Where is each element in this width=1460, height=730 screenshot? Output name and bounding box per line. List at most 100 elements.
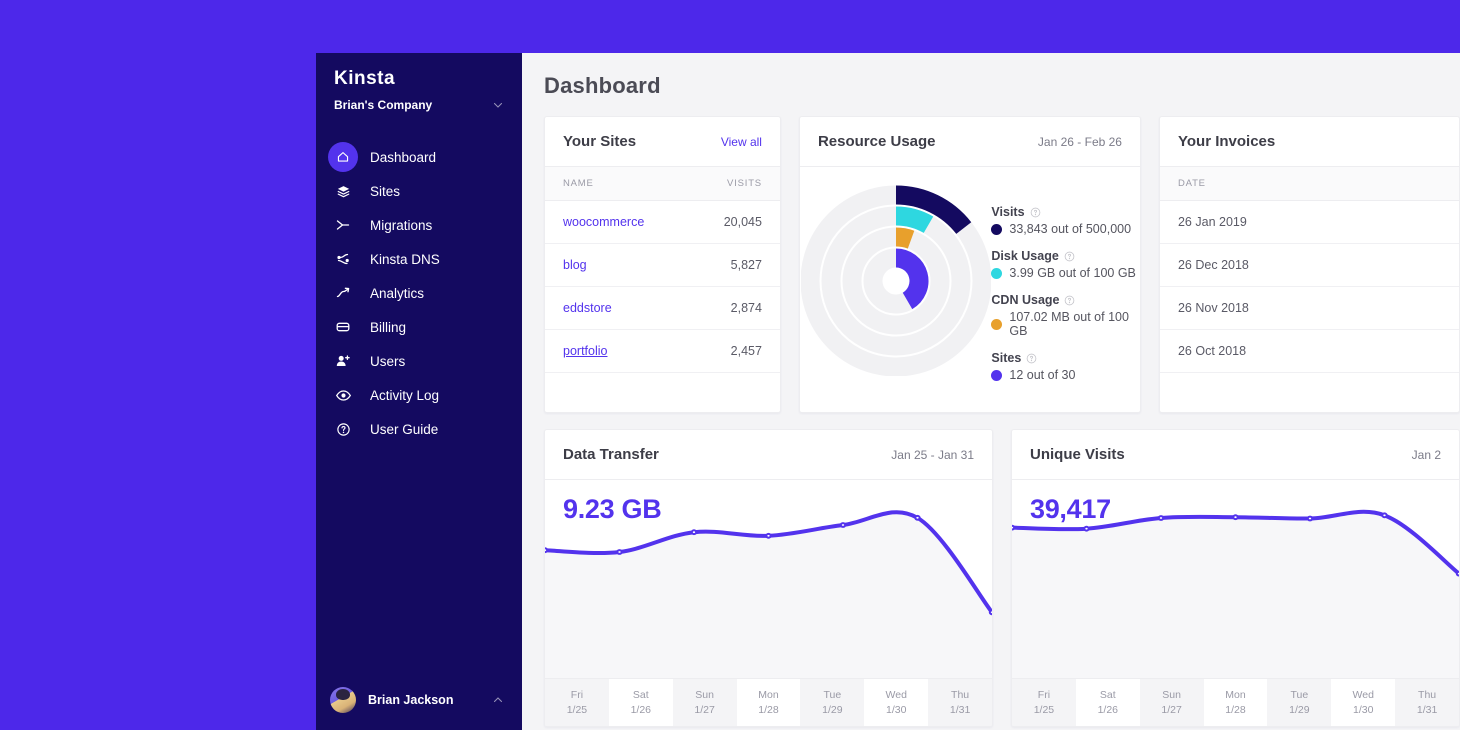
table-row[interactable]: 26 Dec 2018 xyxy=(1159,243,1459,287)
x-tick-day: Mon xyxy=(1225,689,1246,701)
radial-chart-wrap xyxy=(800,175,991,412)
legend-title: Disk Usage xyxy=(991,249,1059,263)
question-circle-icon[interactable] xyxy=(1030,207,1041,218)
x-tick-day: Fri xyxy=(570,689,584,701)
chart-data-point[interactable] xyxy=(1084,527,1088,531)
sidebar-item-billing[interactable]: Billing xyxy=(316,310,522,344)
x-axis-tick: Fri 1/25 xyxy=(545,679,609,726)
sidebar-item-analytics[interactable]: Analytics xyxy=(316,276,522,310)
company-switcher[interactable]: Brian's Company xyxy=(334,98,504,112)
site-link[interactable]: portfolio xyxy=(563,344,607,358)
x-tick-day: Wed xyxy=(1352,689,1374,701)
legend-label: CDN Usage xyxy=(991,293,1140,307)
x-axis-tick: Sun 1/27 xyxy=(673,679,737,726)
question-circle-icon[interactable] xyxy=(1026,353,1037,364)
line-chart-svg xyxy=(1012,480,1459,678)
view-all-link[interactable]: View all xyxy=(721,135,762,149)
table-row[interactable]: woocommerce 20,045 xyxy=(545,200,780,244)
site-visits-cell: 5,827 xyxy=(688,243,780,287)
sidebar-item-kinsta-dns[interactable]: Kinsta DNS xyxy=(316,242,522,276)
x-tick-date: 1/26 xyxy=(1097,704,1118,716)
legend-value-row: 3.99 GB out of 100 GB xyxy=(991,266,1140,280)
legend-title: Sites xyxy=(991,351,1022,365)
chart-data-point[interactable] xyxy=(990,610,992,614)
table-row[interactable]: eddstore 2,874 xyxy=(545,286,780,330)
legend-color-dot xyxy=(991,223,1003,235)
x-tick-day: Sun xyxy=(1162,689,1181,701)
chevron-down-icon xyxy=(493,102,503,108)
legend-title: CDN Usage xyxy=(991,293,1060,307)
legend-group-cdn-usage: CDN Usage 107.02 MB out of 100 GB xyxy=(991,293,1140,338)
dashboard-top-row: Your Sites View all NAME VISITS woocomme… xyxy=(522,116,1460,413)
legend-value-row: 107.02 MB out of 100 GB xyxy=(991,310,1140,338)
chart-data-point[interactable] xyxy=(1457,572,1459,576)
chart-data-point[interactable] xyxy=(617,550,621,554)
card-title: Your Sites xyxy=(563,133,637,150)
chart-data-point[interactable] xyxy=(692,530,696,534)
site-link[interactable]: eddstore xyxy=(563,301,612,315)
invoice-date-cell: 26 Oct 2018 xyxy=(1159,329,1459,373)
unique-visits-card: Unique Visits Jan 2 39,417 Fri 1/25 Sat 1/2… xyxy=(1011,429,1460,727)
date-range-label: Jan 25 - Jan 31 xyxy=(891,447,974,462)
company-name: Brian's Company xyxy=(334,98,433,112)
credit-card-icon xyxy=(328,312,358,342)
card-title: Your Invoices xyxy=(1177,133,1276,150)
resource-legend: Visits 33,843 out of 500,000 Disk Usage … xyxy=(991,175,1140,412)
home-icon xyxy=(328,142,358,172)
date-range-label: Jan 26 - Feb 26 xyxy=(1037,134,1122,149)
sidebar-item-users[interactable]: Users xyxy=(316,344,522,378)
site-link[interactable]: woocommerce xyxy=(563,215,644,229)
chart-data-point[interactable] xyxy=(1233,515,1237,519)
table-row[interactable]: 26 Jan 2019 xyxy=(1159,200,1459,244)
chart-data-point[interactable] xyxy=(766,534,770,538)
sidebar-item-sites[interactable]: Sites xyxy=(316,174,522,208)
table-row[interactable]: portfolio 2,457 xyxy=(545,329,780,373)
site-link[interactable]: blog xyxy=(563,258,587,272)
invoice-date-cell: 26 Jan 2019 xyxy=(1159,200,1459,244)
user-menu[interactable]: Brian Jackson xyxy=(316,680,522,720)
sidebar-item-label: Activity Log xyxy=(370,387,440,403)
legend-label: Disk Usage xyxy=(991,249,1140,263)
column-header-visits: VISITS xyxy=(688,167,780,201)
question-circle-icon[interactable] xyxy=(1064,295,1075,306)
chart-data-point[interactable] xyxy=(1159,516,1163,520)
sidebar-item-activity-log[interactable]: Activity Log xyxy=(316,378,522,412)
line-chart-svg xyxy=(545,480,992,678)
card-header: Resource Usage Jan 26 - Feb 26 xyxy=(799,117,1140,167)
question-circle-icon xyxy=(328,414,358,444)
table-header-row: NAME VISITS xyxy=(545,167,780,201)
site-name-cell: eddstore xyxy=(545,286,689,330)
sidebar-item-label: Billing xyxy=(370,319,407,335)
chart-data-point[interactable] xyxy=(1012,526,1014,530)
x-tick-date: 1/31 xyxy=(949,704,971,716)
sidebar-item-dashboard[interactable]: Dashboard xyxy=(316,140,522,174)
x-tick-date: 1/28 xyxy=(1225,704,1246,716)
chart-body: 39,417 Fri 1/25 Sat 1/26 Sun 1/27 Mon 1/28 Tue 1/… xyxy=(1012,480,1459,726)
sidebar-item-label: User Guide xyxy=(370,421,439,437)
table-row[interactable]: 26 Oct 2018 xyxy=(1159,329,1459,373)
question-circle-icon[interactable] xyxy=(1064,251,1075,262)
chart-data-point[interactable] xyxy=(841,523,845,527)
chart-data-point[interactable] xyxy=(545,548,547,552)
chart-body: 9.23 GB Fri 1/25 Sat 1/26 Sun 1/27 Mon 1/28 Tue 1… xyxy=(545,480,992,726)
sidebar-item-user-guide[interactable]: User Guide xyxy=(316,412,522,446)
line-plot xyxy=(1012,480,1459,678)
table-row[interactable]: 26 Nov 2018 xyxy=(1159,286,1459,330)
sites-table-body: woocommerce 20,045 blog 5,827 eddstore 2… xyxy=(545,200,780,373)
chevron-up-icon xyxy=(493,697,503,703)
sidebar-item-migrations[interactable]: Migrations xyxy=(316,208,522,242)
card-header: Data Transfer Jan 25 - Jan 31 xyxy=(545,430,992,480)
radial-usage-chart xyxy=(800,185,991,376)
ring-arc-disk xyxy=(895,206,933,234)
app-window: Kinsta Brian's Company Dashboard Sites M… xyxy=(316,53,1460,730)
site-name-cell: blog xyxy=(545,243,689,287)
sidebar-item-label: Migrations xyxy=(370,217,433,233)
chart-data-point[interactable] xyxy=(1382,513,1386,517)
table-row[interactable]: blog 5,827 xyxy=(545,243,780,287)
legend-value-row: 12 out of 30 xyxy=(991,368,1140,382)
x-tick-date: 1/25 xyxy=(566,704,588,716)
chart-data-point[interactable] xyxy=(915,516,919,520)
resource-usage-card: Resource Usage Jan 26 - Feb 26 Visits 33… xyxy=(798,116,1141,413)
chart-data-point[interactable] xyxy=(1308,517,1312,521)
layers-icon xyxy=(328,176,358,206)
